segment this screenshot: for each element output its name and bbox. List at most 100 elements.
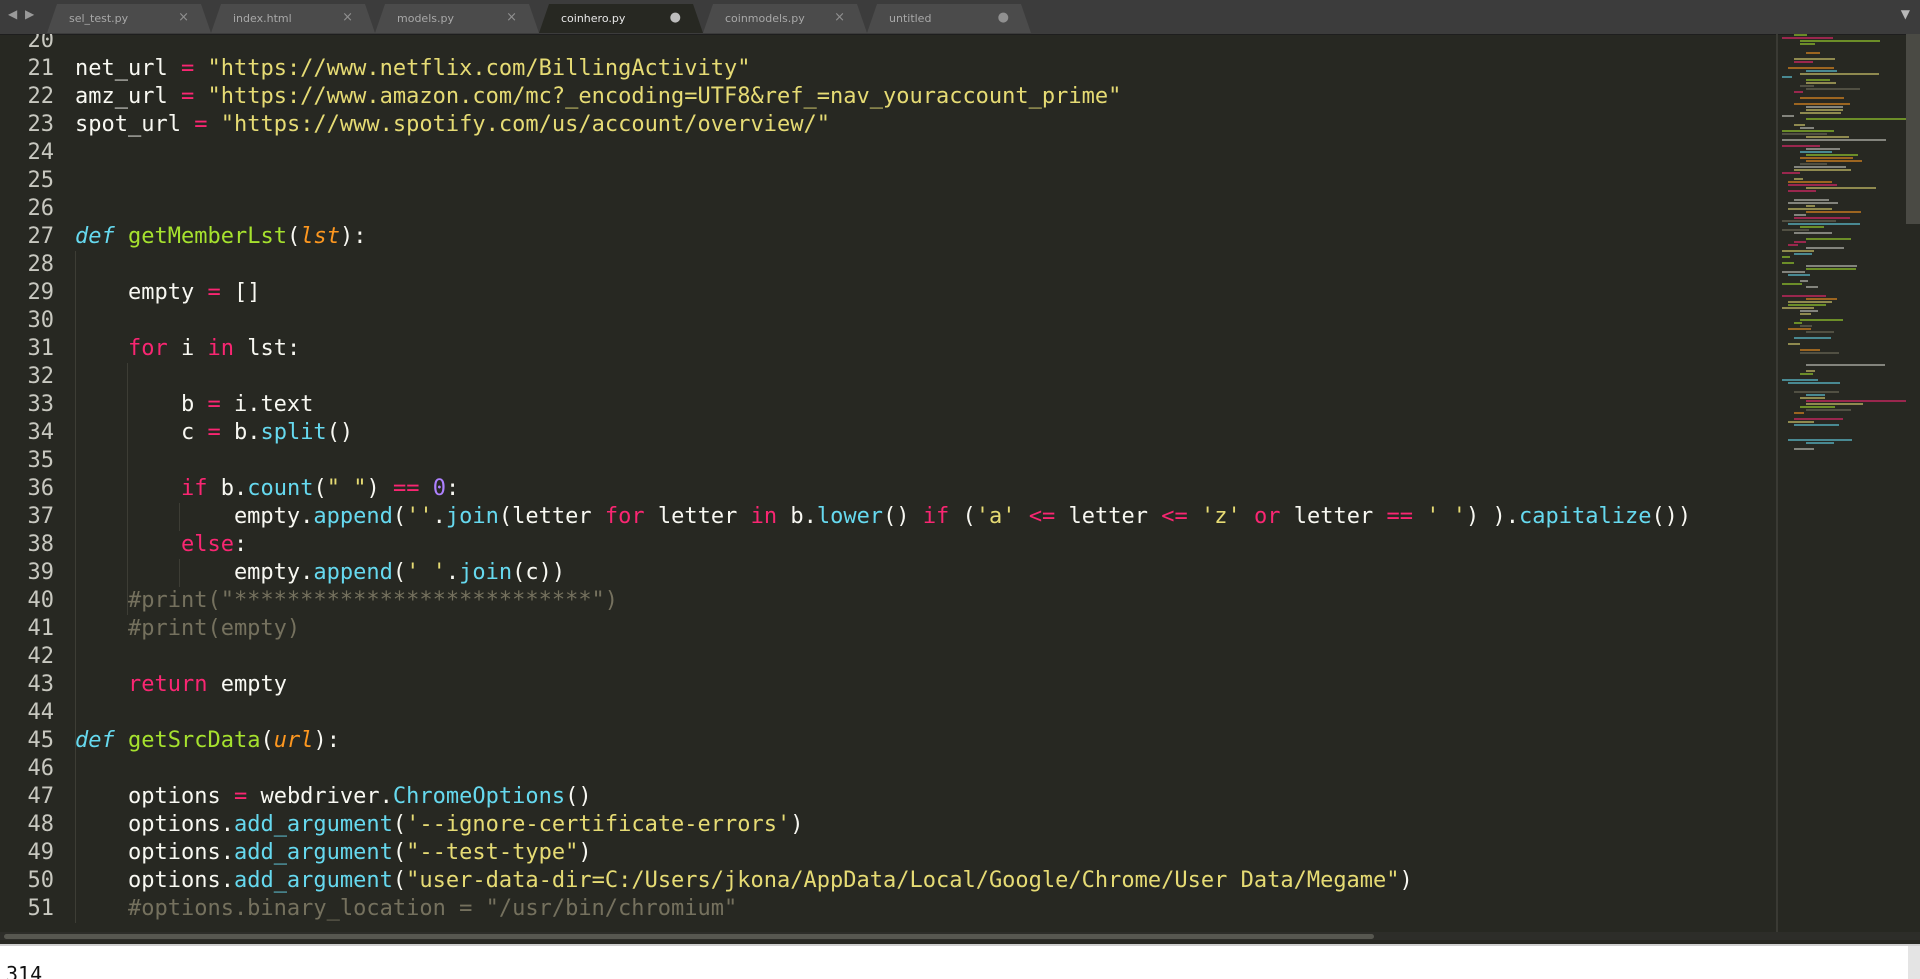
code-token: '--ignore-certificate-errors' [406,812,791,837]
code-editor[interactable]: 20 21 net_url = "https://www.netflix.com/B… [0,34,1776,932]
code-line[interactable]: 41 #print(empty) [0,615,1776,643]
minimap-line [1782,115,1794,117]
code-line[interactable]: 33 b = i.text [0,391,1776,419]
code-line[interactable]: 23 spot_url = "https://www.spotify.com/us… [0,111,1776,139]
minimap-line [1788,421,1814,423]
code-line[interactable]: 48 options.add_argument('--ignore-certif… [0,811,1776,839]
close-icon[interactable]: × [506,10,517,25]
minimap-line [1788,208,1832,210]
code-line[interactable]: 24 [0,139,1776,167]
horizontal-scrollbar-thumb[interactable] [4,934,1374,939]
close-icon[interactable]: × [834,10,845,25]
code-line[interactable]: 21 net_url = "https://www.netflix.com/Bil… [0,55,1776,83]
code-token: else [180,532,234,557]
code-line[interactable]: 28 [0,251,1776,279]
minimap-scroll-thumb[interactable] [1906,34,1920,224]
tab-untitled[interactable]: untitled ● [867,4,1031,33]
code-text: return empty [75,671,287,699]
code-token: ( [392,840,407,865]
tab-coinhero-py[interactable]: coinhero.py ● [539,4,703,33]
code-line[interactable]: 20 [0,34,1776,55]
code-line[interactable]: 38 else: [0,531,1776,559]
code-line[interactable]: 51 #options.binary_location = "/usr/bin/… [0,895,1776,923]
horizontal-scrollbar[interactable] [0,932,1920,940]
line-number: 23 [27,112,55,137]
code-token: #options.binary_location = "/usr/bin/chr… [75,896,738,921]
close-icon[interactable]: × [342,10,353,25]
tab-models-py[interactable]: models.py × [375,4,539,33]
line-number: 50 [27,868,55,893]
code-line[interactable]: 34 c = b.split() [0,419,1776,447]
minimap-line [1788,382,1840,384]
tab-list-dropdown-icon[interactable]: ▼ [1901,7,1910,21]
tab-sel-test-py[interactable]: sel_test.py × [47,4,211,33]
code-text: empty.append(' '.join(c)) [75,559,565,587]
minimap-line [1794,448,1814,450]
code-line[interactable]: 39 empty.append(' '.join(c)) [0,559,1776,587]
code-text: options = webdriver.ChromeOptions() [75,783,592,811]
minimap-line [1782,283,1802,285]
minimap-line [1806,403,1863,405]
minimap-line [1788,181,1832,183]
code-line[interactable]: 47 options = webdriver.ChromeOptions() [0,783,1776,811]
minimap-line [1800,349,1820,351]
minimap-line [1806,187,1876,189]
line-number: 34 [27,420,55,445]
code-line[interactable]: 45 def getSrcData(url): [0,727,1776,755]
code-line[interactable]: 44 [0,699,1776,727]
code-line[interactable]: 25 [0,167,1776,195]
minimap-line [1782,295,1826,297]
code-line[interactable]: 50 options.add_argument("user-data-dir=C… [0,867,1776,895]
line-number: 29 [27,280,55,305]
unsaved-dot-icon[interactable]: ● [998,10,1009,25]
code-line[interactable]: 36 if b.count(" ") == 0: [0,475,1776,503]
code-token: letter [1280,504,1387,529]
line-number: 45 [27,728,55,753]
code-line[interactable]: 42 [0,643,1776,671]
code-token: ( [392,868,407,893]
minimap-line [1800,310,1818,312]
code-token: () [883,504,923,529]
tab-index-html[interactable]: index.html × [211,4,375,33]
line-number: 39 [27,560,55,585]
code-line[interactable]: 40 #print("***************************") [0,587,1776,615]
minimap-line [1800,397,1825,399]
code-line[interactable]: 37 empty.append(''.join(letter for lette… [0,503,1776,531]
unsaved-dot-icon[interactable]: ● [670,10,681,25]
code-line[interactable]: 49 options.add_argument("--test-type") [0,839,1776,867]
code-line[interactable]: 46 [0,755,1776,783]
code-line[interactable]: 27 def getMemberLst(lst): [0,223,1776,251]
code-token: url [273,728,314,753]
close-icon[interactable]: × [178,10,189,25]
minimap-line [1806,148,1840,150]
code-token: for [604,504,645,529]
minimap-line [1782,379,1818,381]
code-line[interactable]: 43 return empty [0,671,1776,699]
tab-coinmodels-py[interactable]: coinmodels.py × [703,4,867,33]
code-line[interactable]: 30 [0,307,1776,335]
minimap-line [1806,70,1837,72]
code-text: for i in lst: [75,335,300,363]
code-line[interactable]: 35 [0,447,1776,475]
tab-nav-arrows[interactable]: ◀ ▶ [8,7,36,21]
code-line[interactable]: 29 empty = [] [0,279,1776,307]
line-number: 33 [27,392,55,417]
minimap[interactable] [1782,34,1906,932]
code-token: ): [339,224,367,249]
output-panel-scrollbar[interactable] [1908,946,1920,979]
line-number: 26 [27,196,55,221]
code-line[interactable]: 32 [0,363,1776,391]
tab-label: coinmodels.py [725,12,805,25]
code-token: or [1254,504,1281,529]
code-line[interactable]: 26 [0,195,1776,223]
code-line[interactable]: 22 amz_url = "https://www.amazon.com/mc?_… [0,83,1776,111]
code-line[interactable]: 31 for i in lst: [0,335,1776,363]
minimap-line [1794,58,1835,60]
code-token: getSrcData [128,728,261,753]
line-number: 46 [27,756,55,781]
minimap-line [1788,244,1798,246]
minimap-line [1788,439,1852,441]
code-token: == [1386,504,1414,529]
minimap-line [1782,229,1809,231]
